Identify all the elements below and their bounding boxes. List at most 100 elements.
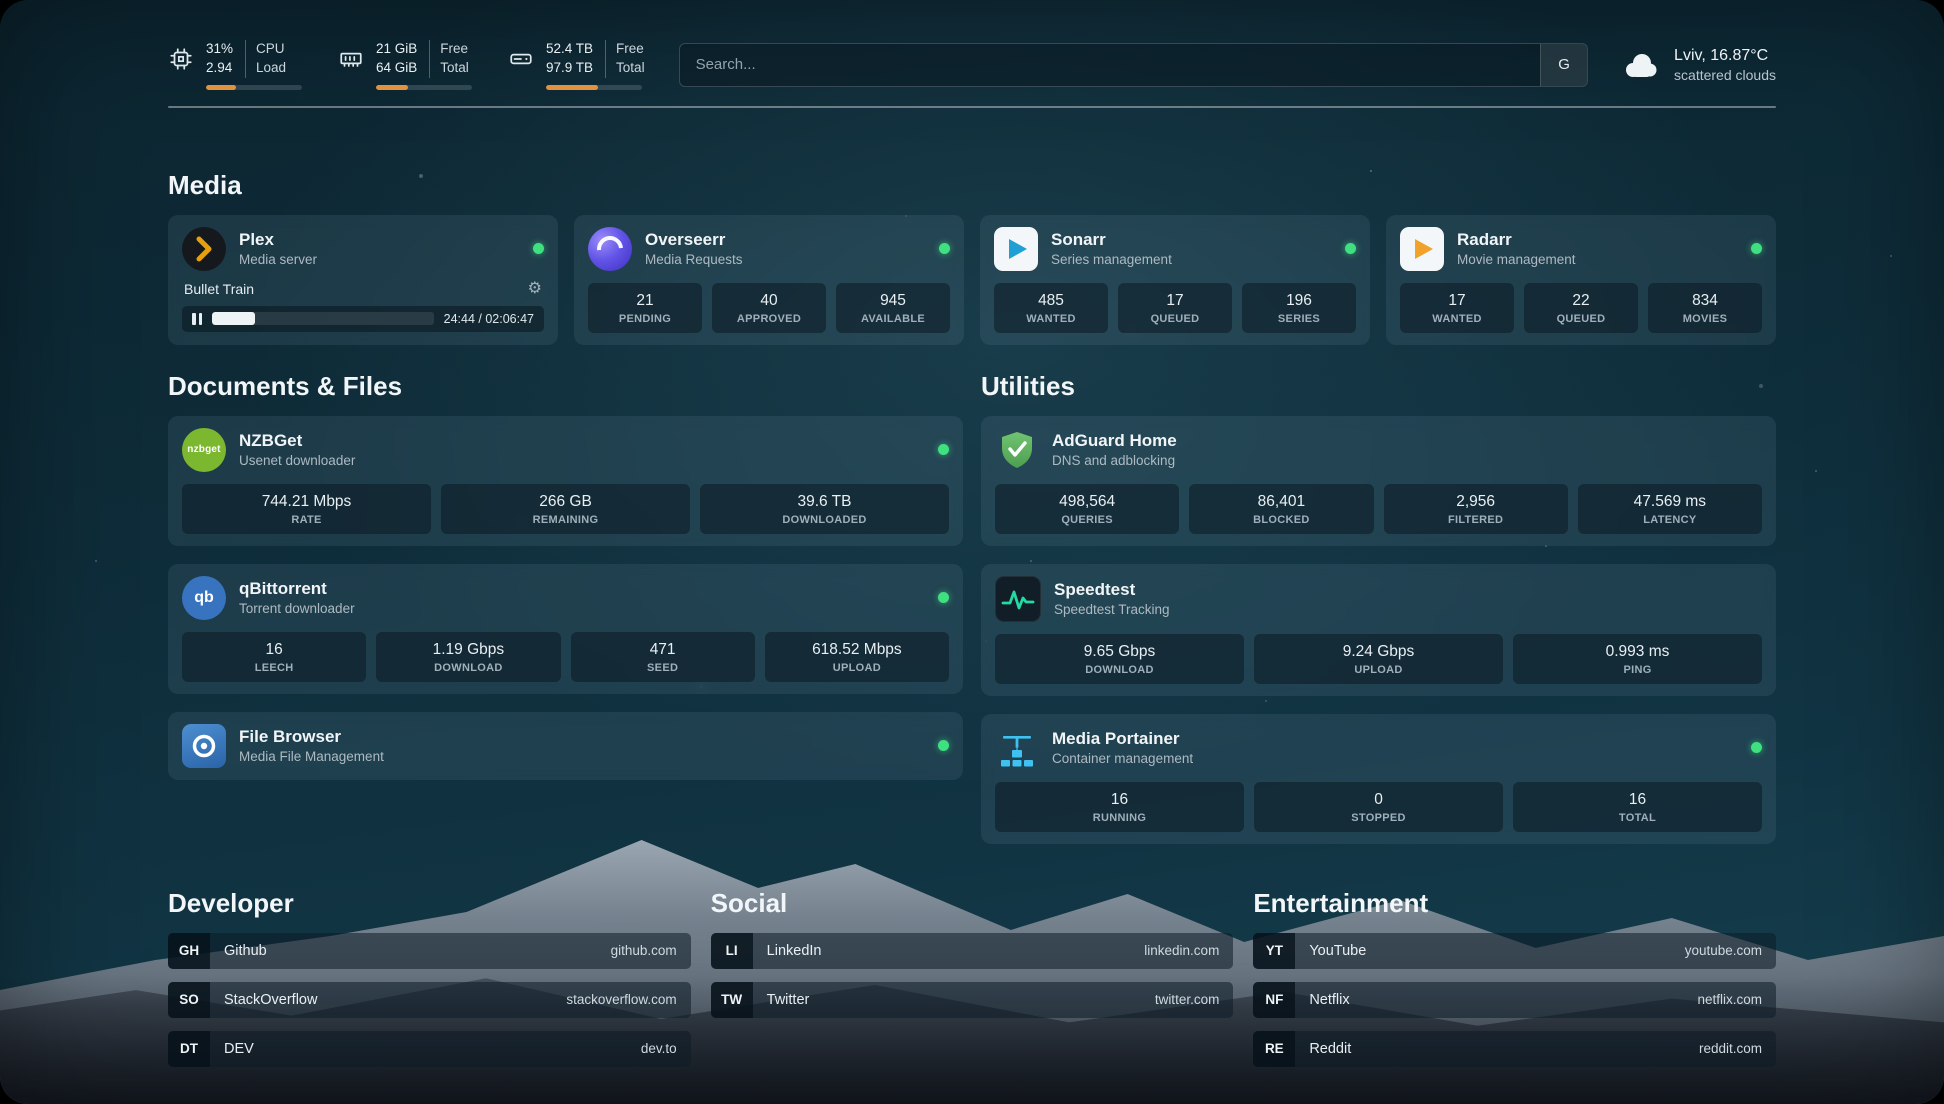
- cpu-labels: CPU Load: [245, 40, 286, 78]
- stat-running: 16 RUNNING: [995, 782, 1244, 832]
- disk-label-bottom: Total: [616, 59, 645, 78]
- app-card-adguard[interactable]: AdGuard Home DNS and adblocking 498,564 …: [981, 416, 1776, 546]
- bookmark-twitter[interactable]: TW Twitter twitter.com: [711, 982, 1234, 1018]
- stat-value: 945: [842, 292, 944, 310]
- ram-values: 21 GiB 64 GiB: [376, 40, 417, 78]
- linkedin-abbr-icon: LI: [711, 933, 753, 969]
- stat-label: DOWNLOADED: [706, 514, 943, 526]
- plex-progress-track[interactable]: [212, 312, 434, 325]
- app-card-sonarr[interactable]: Sonarr Series management 485 WANTED 17 Q…: [980, 215, 1370, 345]
- cpu-load-value: 2.94: [206, 59, 233, 78]
- app-card-portainer[interactable]: Media Portainer Container management 16 …: [981, 714, 1776, 844]
- app-card-radarr[interactable]: Radarr Movie management 17 WANTED 22 QUE…: [1386, 215, 1776, 345]
- stat-remaining: 266 GB REMAINING: [441, 484, 690, 534]
- pause-button[interactable]: [192, 313, 202, 325]
- filebrowser-icon: [182, 724, 226, 768]
- ram-label-bottom: Total: [440, 59, 469, 78]
- app-card-speedtest[interactable]: Speedtest Speedtest Tracking 9.65 Gbps D…: [981, 564, 1776, 696]
- stat-value: 16: [1001, 791, 1238, 809]
- stat-value: 16: [1519, 791, 1756, 809]
- stat-label: QUEUED: [1124, 313, 1226, 325]
- stat-total: 16 TOTAL: [1513, 782, 1762, 832]
- bookmark-url: github.com: [611, 943, 677, 958]
- app-card-nzbget[interactable]: nzbget NZBGet Usenet downloader 744.21 M…: [168, 416, 963, 546]
- stat-label: MOVIES: [1654, 313, 1756, 325]
- plex-progress-row: 24:44 / 02:06:47: [182, 306, 544, 332]
- disk-metric: 52.4 TB 97.9 TB Free Total: [508, 40, 645, 90]
- bookmark-youtube[interactable]: YT YouTube youtube.com: [1253, 933, 1776, 969]
- youtube-abbr-icon: YT: [1253, 933, 1295, 969]
- bookmark-github[interactable]: GH Github github.com: [168, 933, 691, 969]
- stat-value: 9.24 Gbps: [1260, 643, 1497, 661]
- app-card-filebrowser[interactable]: File Browser Media File Management: [168, 712, 963, 780]
- stat-value: 22: [1530, 292, 1632, 310]
- app-description: Speedtest Tracking: [1054, 602, 1170, 617]
- radarr-meta: Radarr Movie management: [1457, 230, 1576, 267]
- stat-queries: 498,564 QUERIES: [995, 484, 1179, 534]
- plex-icon: [182, 227, 226, 271]
- stat-label: PING: [1519, 664, 1756, 676]
- ram-free-value: 21 GiB: [376, 40, 417, 59]
- radarr-stats: 17 WANTED 22 QUEUED 834 MOVIES: [1400, 283, 1762, 333]
- stat-value: 834: [1654, 292, 1756, 310]
- status-dot: [938, 592, 949, 603]
- ram-icon: [338, 46, 364, 72]
- stat-label: APPROVED: [718, 313, 820, 325]
- stat-value: 266 GB: [447, 493, 684, 511]
- app-name: Speedtest: [1054, 580, 1170, 600]
- stat-label: LEECH: [188, 662, 360, 674]
- settings-gear-icon[interactable]: ⚙: [528, 281, 542, 297]
- bookmark-url: twitter.com: [1155, 992, 1220, 1007]
- stat-upload: 9.24 Gbps UPLOAD: [1254, 634, 1503, 684]
- overseerr-icon: [588, 227, 632, 271]
- stat-downloaded: 39.6 TB DOWNLOADED: [700, 484, 949, 534]
- bookmark-reddit[interactable]: RE Reddit reddit.com: [1253, 1031, 1776, 1067]
- stat-leech: 16 LEECH: [182, 632, 366, 682]
- bookmark-url: reddit.com: [1699, 1041, 1762, 1056]
- bookmark-url: netflix.com: [1697, 992, 1762, 1007]
- stat-value: 196: [1248, 292, 1350, 310]
- bookmark-url: stackoverflow.com: [566, 992, 676, 1007]
- stat-wanted: 485 WANTED: [994, 283, 1108, 333]
- bookmark-linkedin[interactable]: LI LinkedIn linkedin.com: [711, 933, 1234, 969]
- search-input[interactable]: [680, 56, 1540, 73]
- documents-section-title: Documents & Files: [168, 371, 963, 402]
- stat-value: 21: [594, 292, 696, 310]
- app-description: DNS and adblocking: [1052, 453, 1177, 468]
- adguard-shield-icon: [995, 428, 1039, 472]
- bookmark-name: Netflix: [1309, 992, 1349, 1008]
- plex-now-playing-title: Bullet Train: [184, 281, 254, 297]
- middle-columns: Documents & Files nzbget NZBGet Usenet d…: [168, 371, 1776, 844]
- qbittorrent-stats: 16 LEECH 1.19 Gbps DOWNLOAD 471 SEED: [182, 632, 949, 682]
- stat-value: 1.19 Gbps: [382, 641, 554, 659]
- speedtest-meta: Speedtest Speedtest Tracking: [1054, 580, 1170, 617]
- stat-label: FILTERED: [1390, 514, 1562, 526]
- search-engine-button[interactable]: G: [1540, 44, 1587, 86]
- stat-value: 47.569 ms: [1584, 493, 1756, 511]
- app-name: NZBGet: [239, 431, 355, 451]
- dashboard-content: 31% 2.94 CPU Load: [0, 0, 1944, 1067]
- stat-label: LATENCY: [1584, 514, 1756, 526]
- stat-value: 86,401: [1195, 493, 1367, 511]
- app-card-plex[interactable]: Plex Media server Bullet Train ⚙: [168, 215, 558, 345]
- stat-label: DOWNLOAD: [382, 662, 554, 674]
- stat-label: QUEUED: [1530, 313, 1632, 325]
- app-card-overseerr[interactable]: Overseerr Media Requests 21 PENDING 40 A…: [574, 215, 964, 345]
- search-bar: G: [679, 43, 1588, 87]
- bookmark-dev[interactable]: DT DEV dev.to: [168, 1031, 691, 1067]
- stat-value: 40: [718, 292, 820, 310]
- stat-label: AVAILABLE: [842, 313, 944, 325]
- cloud-icon: [1622, 49, 1660, 81]
- app-card-qbittorrent[interactable]: qb qBittorrent Torrent downloader 16 LEE…: [168, 564, 963, 694]
- ram-labels: Free Total: [429, 40, 469, 78]
- bookmarks-entertainment: Entertainment YT YouTube youtube.com NF …: [1253, 888, 1776, 1067]
- nzbget-card-header: nzbget NZBGet Usenet downloader: [182, 428, 949, 472]
- stat-label: UPLOAD: [771, 662, 943, 674]
- bookmark-netflix[interactable]: NF Netflix netflix.com: [1253, 982, 1776, 1018]
- stat-queued: 22 QUEUED: [1524, 283, 1638, 333]
- qbittorrent-meta: qBittorrent Torrent downloader: [239, 579, 355, 616]
- disk-usage-bar-fill: [546, 85, 598, 90]
- bookmark-stackoverflow[interactable]: SO StackOverflow stackoverflow.com: [168, 982, 691, 1018]
- radarr-icon: [1400, 227, 1444, 271]
- overseerr-stats: 21 PENDING 40 APPROVED 945 AVAILABLE: [588, 283, 950, 333]
